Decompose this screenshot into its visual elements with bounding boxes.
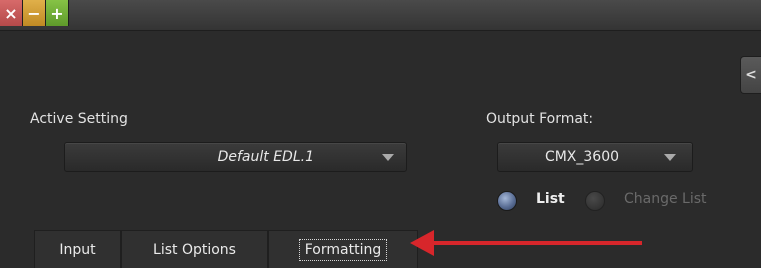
chevron-down-icon [382,153,394,161]
minimize-icon: − [27,3,41,23]
close-button[interactable]: × [0,0,23,26]
tab-list-options-label: List Options [153,241,236,258]
minimize-button[interactable]: − [23,0,46,26]
change-list-radio[interactable] [585,191,605,211]
active-setting-dropdown[interactable]: Default EDL.1 [64,142,407,172]
annotation-arrow-line [430,241,642,245]
change-list-radio-label[interactable]: Change List [624,191,707,207]
close-icon: × [4,3,18,23]
tab-input[interactable]: Input [34,230,121,268]
maximize-button[interactable]: + [46,0,69,26]
tab-formatting-label: Formatting [298,238,388,261]
tab-formatting[interactable]: Formatting [268,230,418,268]
list-radio-label[interactable]: List [536,191,565,207]
collapse-panel-button[interactable]: < [740,56,761,94]
tab-list-options[interactable]: List Options [121,230,268,268]
tab-input-label: Input [59,241,96,258]
output-format-label: Output Format: [486,111,594,127]
output-format-value: CMX_3600 [544,149,620,165]
arrow-left-icon [410,230,434,256]
title-bar: × − + [0,0,761,31]
list-radio[interactable] [497,191,517,211]
output-format-dropdown[interactable]: CMX_3600 [497,142,693,172]
active-setting-value: Default EDL.1 [217,149,314,165]
chevron-down-icon [664,153,676,161]
tab-bar: Input List Options Formatting [34,230,761,268]
maximize-icon: + [50,3,64,23]
chevron-left-icon: < [745,67,757,83]
active-setting-label: Active Setting [30,111,128,127]
